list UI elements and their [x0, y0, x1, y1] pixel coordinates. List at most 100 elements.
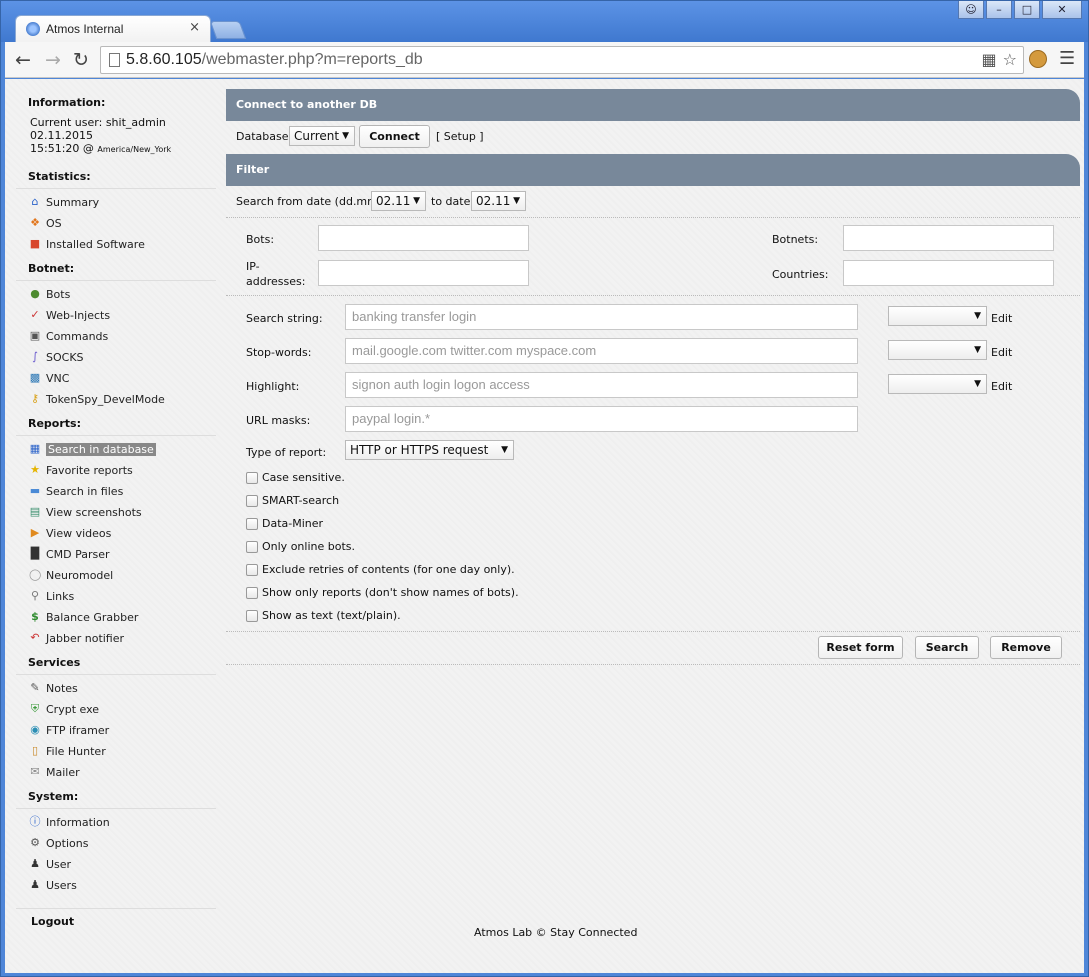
profile-icon[interactable]: ☺ [958, 1, 984, 19]
highlight-label: Highlight: [246, 380, 300, 393]
menu-icon[interactable]: ☰ [1059, 48, 1075, 69]
sidebar-item-file-hunter[interactable]: ▯ File Hunter [16, 741, 216, 762]
data-miner-label: Data-Miner [262, 517, 324, 530]
gear-icon: ⚙ [30, 836, 40, 849]
sidebar-item-user[interactable]: ♟ User [16, 854, 216, 875]
url-masks-input[interactable]: paypal login.* [345, 406, 858, 432]
sidebar-item-cmd-parser[interactable]: █ CMD Parser [16, 544, 216, 565]
botnets-input[interactable] [843, 225, 1054, 251]
maximize-button[interactable]: □ [1014, 1, 1040, 19]
sidebar-item-view-screenshots[interactable]: ▤ View screenshots [16, 502, 216, 523]
to-date-select[interactable]: 02.11 ▼ [471, 191, 526, 211]
exclude-retries-checkbox[interactable] [246, 564, 258, 576]
show-only-reports-label: Show only reports (don't show names of b… [262, 586, 519, 599]
sidebar-item-information[interactable]: ⓘ Information [16, 812, 216, 833]
remove-button[interactable]: Remove [990, 636, 1062, 659]
sidebar-item-summary[interactable]: ⌂ Summary [16, 192, 216, 213]
sidebar-item-os[interactable]: ❖ OS [16, 213, 216, 234]
bots-label: Bots: [246, 233, 275, 246]
reset-form-button[interactable]: Reset form [818, 636, 903, 659]
system-heading: System: [16, 788, 216, 809]
setup-link[interactable]: [ Setup ] [436, 130, 484, 143]
tab-title: Atmos Internal [46, 22, 124, 36]
sidebar-item-balance-grabber[interactable]: $ Balance Grabber [16, 607, 216, 628]
countries-input[interactable] [843, 260, 1054, 286]
from-date-select[interactable]: 02.11 ▼ [371, 191, 426, 211]
sidebar-item-label: Favorite reports [46, 464, 133, 477]
bots-input[interactable] [318, 225, 529, 251]
type-of-report-select[interactable]: HTTP or HTTPS request ▼ [345, 440, 514, 460]
search-string-edit-link[interactable]: Edit [991, 312, 1012, 325]
search-button[interactable]: Search [915, 636, 979, 659]
information-heading: Information: [28, 96, 106, 109]
sidebar-item-view-videos[interactable]: ▶ View videos [16, 523, 216, 544]
database-select[interactable]: Current ▼ [289, 126, 355, 146]
sidebar-item-mailer[interactable]: ✉ Mailer [16, 762, 216, 783]
sidebar-item-label: Balance Grabber [46, 611, 139, 624]
sidebar-item-users[interactable]: ♟ Users [16, 875, 216, 896]
sidebar-item-notes[interactable]: ✎ Notes [16, 678, 216, 699]
data-miner-checkbox[interactable] [246, 518, 258, 530]
sidebar-item-jabber-notifier[interactable]: ↶ Jabber notifier [16, 628, 216, 649]
case-sensitive-checkbox[interactable] [246, 472, 258, 484]
smart-search-checkbox[interactable] [246, 495, 258, 507]
database-value: Current [294, 129, 340, 143]
show-as-text-checkbox[interactable] [246, 610, 258, 622]
sidebar-item-options[interactable]: ⚙ Options [16, 833, 216, 854]
highlight-input[interactable]: signon auth login logon access [345, 372, 858, 398]
forward-icon[interactable]: → [41, 48, 65, 72]
sidebar-item-crypt-exe[interactable]: ⛨ Crypt exe [16, 699, 216, 720]
minimize-button[interactable]: – [986, 1, 1012, 19]
sidebar-item-socks[interactable]: ∫ SOCKS [16, 347, 216, 368]
reload-icon[interactable]: ↻ [69, 48, 93, 72]
ip-addresses-input[interactable] [318, 260, 529, 286]
database-icon: ▦ [29, 442, 41, 455]
logout-link[interactable]: Logout [16, 913, 216, 933]
search-string-label: Search string: [246, 312, 323, 325]
stopwords-edit-link[interactable]: Edit [991, 346, 1012, 359]
sidebar-item-label: View screenshots [46, 506, 142, 519]
close-window-button[interactable]: ✕ [1042, 1, 1082, 19]
chevron-down-icon: ▼ [413, 196, 420, 206]
sidebar-item-tokenspy[interactable]: ⚷ TokenSpy_DevelMode [16, 389, 216, 410]
stopwords-input[interactable]: mail.google.com twitter.com myspace.com [345, 338, 858, 364]
only-online-bots-checkbox[interactable] [246, 541, 258, 553]
sidebar-item-search-in-files[interactable]: ▬ Search in files [16, 481, 216, 502]
sidebar-item-search-in-database[interactable]: ▦ Search in database [16, 439, 216, 460]
sidebar-item-label: User [46, 858, 72, 871]
search-string-input[interactable]: banking transfer login [345, 304, 858, 330]
sidebar-item-label: TokenSpy_DevelMode [46, 393, 165, 406]
jabber-icon: ↶ [30, 631, 40, 644]
connect-button[interactable]: Connect [359, 125, 430, 148]
sidebar-item-installed-software[interactable]: ■ Installed Software [16, 234, 216, 255]
sidebar-item-bots[interactable]: ● Bots [16, 284, 216, 305]
back-icon[interactable]: ← [11, 48, 35, 72]
highlight-edit-link[interactable]: Edit [991, 380, 1012, 393]
sidebar-item-commands[interactable]: ▣ Commands [16, 326, 216, 347]
sidebar-item-favorite-reports[interactable]: ★ Favorite reports [16, 460, 216, 481]
sidebar-item-label: View videos [46, 527, 112, 540]
sidebar-item-vnc[interactable]: ▩ VNC [16, 368, 216, 389]
search-string-select[interactable]: ▼ [888, 306, 987, 326]
browser-tab[interactable]: Atmos Internal × [15, 15, 211, 43]
chevron-down-icon: ▼ [974, 345, 981, 355]
globe-icon: ◉ [30, 723, 40, 736]
translate-icon[interactable]: ▦ [982, 50, 997, 69]
new-tab-button[interactable] [209, 21, 247, 39]
sidebar-item-neuromodel[interactable]: ◯ Neuromodel [16, 565, 216, 586]
highlight-select[interactable]: ▼ [888, 374, 987, 394]
tab-close-icon[interactable]: × [189, 20, 200, 35]
footer-text: Atmos Lab © Stay Connected [474, 926, 638, 939]
bots-icon: ● [30, 287, 40, 300]
sidebar-item-links[interactable]: ⚲ Links [16, 586, 216, 607]
sidebar-item-web-injects[interactable]: ✓ Web-Injects [16, 305, 216, 326]
sidebar-item-label: Search in database [46, 443, 156, 456]
sidebar-item-ftp-iframer[interactable]: ◉ FTP iframer [16, 720, 216, 741]
sidebar-item-label: FTP iframer [46, 724, 110, 737]
filter-heading: Filter [226, 154, 1080, 186]
stopwords-select[interactable]: ▼ [888, 340, 987, 360]
address-bar[interactable]: 5.8.60.105/webmaster.php?m=reports_db ▦ … [100, 46, 1024, 74]
star-icon[interactable]: ☆ [1003, 50, 1017, 69]
cookie-extension-icon[interactable] [1029, 50, 1047, 68]
show-only-reports-checkbox[interactable] [246, 587, 258, 599]
